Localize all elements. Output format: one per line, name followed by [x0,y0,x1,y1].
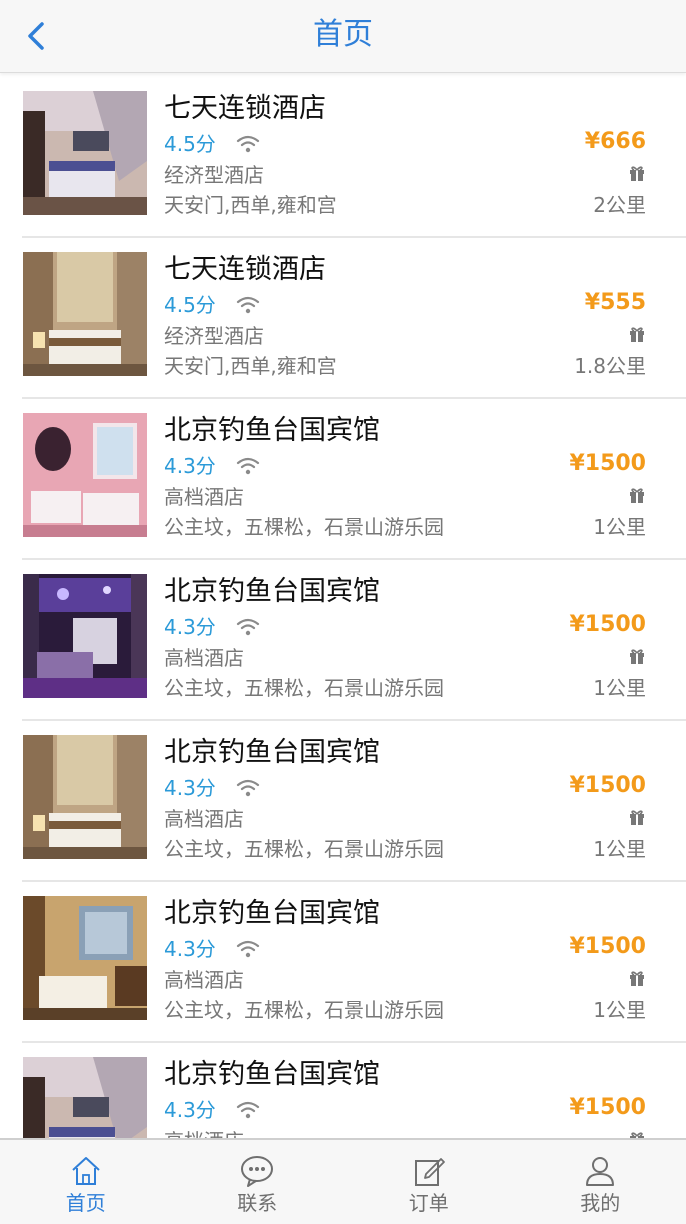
wifi-icon [236,456,260,476]
hotel-distance: 1公里 [593,674,646,702]
chat-bubble-icon [240,1154,274,1188]
tab-profile[interactable]: 我的 [515,1140,686,1224]
hotel-name: 七天连锁酒店 [164,252,326,288]
rating-row: 4.3分 [164,774,260,802]
hotel-rating: 4.3分 [164,935,216,963]
hotel-type: 高档酒店 [164,1127,244,1138]
hotel-list-item[interactable]: 北京钓鱼台国宾馆 4.3分 高档酒店 公主坟，五棵松，石景山游乐园 ¥1500 … [0,560,686,721]
home-icon [69,1154,103,1188]
gift-icon [628,486,646,504]
tab-home[interactable]: 首页 [0,1140,172,1224]
rating-row: 4.5分 [164,130,260,158]
hotel-type: 经济型酒店 [164,322,264,350]
gift-icon [628,164,646,182]
hotel-photo [23,896,147,1020]
hotel-price: ¥666 [585,127,646,157]
hotel-area: 公主坟，五棵松，石景山游乐园 [164,674,444,702]
hotel-type: 高档酒店 [164,966,244,994]
hotel-name: 北京钓鱼台国宾馆 [164,735,380,771]
hotel-rating: 4.5分 [164,291,216,319]
hotel-rating: 4.3分 [164,613,216,641]
gift-icon [628,325,646,343]
hotel-type: 经济型酒店 [164,161,264,189]
hotel-list-item[interactable]: 北京钓鱼台国宾馆 4.3分 高档酒店 公主坟，五棵松，石景山游乐园 ¥1500 … [0,399,686,560]
hotel-name: 七天连锁酒店 [164,91,326,127]
tab-label: 我的 [515,1190,686,1216]
page-title: 首页 [0,14,686,56]
hotel-name: 北京钓鱼台国宾馆 [164,1057,380,1093]
hotel-distance: 1公里 [593,513,646,541]
hotel-type: 高档酒店 [164,644,244,672]
hotel-rating: 4.3分 [164,1096,216,1124]
gift-icon [628,1130,646,1138]
hotel-name: 北京钓鱼台国宾馆 [164,574,380,610]
wifi-icon [236,778,260,798]
nav-bar: 首页 [0,0,686,73]
hotel-price: ¥555 [585,288,646,318]
hotel-photo [23,413,147,537]
gift-icon [628,647,646,665]
user-icon [583,1154,617,1188]
hotel-area: 天安门,西单,雍和宫 [164,352,337,380]
hotel-list[interactable]: 七天连锁酒店 4.5分 经济型酒店 天安门,西单,雍和宫 ¥666 2公里 [0,77,686,1138]
hotel-photo [23,1057,147,1138]
hotel-photo [23,252,147,376]
hotel-photo [23,735,147,859]
tab-label: 首页 [0,1190,172,1216]
hotel-list-item[interactable]: 七天连锁酒店 4.5分 经济型酒店 天安门,西单,雍和宫 ¥666 2公里 [0,77,686,238]
hotel-area: 公主坟，五棵松，石景山游乐园 [164,835,444,863]
rating-row: 4.3分 [164,613,260,641]
hotel-area: 天安门,西单,雍和宫 [164,191,337,219]
hotel-type: 高档酒店 [164,805,244,833]
wifi-icon [236,617,260,637]
gift-icon [628,969,646,987]
rating-row: 4.3分 [164,452,260,480]
hotel-name: 北京钓鱼台国宾馆 [164,896,380,932]
hotel-photo [23,91,147,215]
hotel-distance: 1公里 [593,996,646,1024]
hotel-price: ¥1500 [569,771,646,801]
hotel-list-item[interactable]: 北京钓鱼台国宾馆 4.3分 高档酒店 ¥1500 [0,1043,686,1138]
hotel-rating: 4.3分 [164,774,216,802]
hotel-photo [23,574,147,698]
rating-row: 4.3分 [164,1096,260,1124]
hotel-type: 高档酒店 [164,483,244,511]
rating-row: 4.5分 [164,291,260,319]
hotel-price: ¥1500 [569,610,646,640]
hotel-rating: 4.3分 [164,452,216,480]
hotel-distance: 2公里 [593,191,646,219]
wifi-icon [236,295,260,315]
tab-label: 联系 [172,1190,344,1216]
hotel-distance: 1公里 [593,835,646,863]
tab-orders[interactable]: 订单 [343,1140,515,1224]
hotel-area: 公主坟，五棵松，石景山游乐园 [164,996,444,1024]
wifi-icon [236,1100,260,1120]
hotel-rating: 4.5分 [164,130,216,158]
hotel-price: ¥1500 [569,932,646,962]
hotel-list-item[interactable]: 北京钓鱼台国宾馆 4.3分 高档酒店 公主坟，五棵松，石景山游乐园 ¥1500 … [0,882,686,1043]
tab-contact[interactable]: 联系 [172,1140,344,1224]
hotel-distance: 1.8公里 [574,352,646,380]
tab-bar: 首页 联系 订单 我的 [0,1138,686,1224]
hotel-price: ¥1500 [569,1093,646,1123]
hotel-price: ¥1500 [569,449,646,479]
edit-order-icon [412,1154,446,1188]
rating-row: 4.3分 [164,935,260,963]
hotel-list-item[interactable]: 北京钓鱼台国宾馆 4.3分 高档酒店 公主坟，五棵松，石景山游乐园 ¥1500 … [0,721,686,882]
tab-label: 订单 [343,1190,515,1216]
hotel-list-item[interactable]: 七天连锁酒店 4.5分 经济型酒店 天安门,西单,雍和宫 ¥555 1.8公里 [0,238,686,399]
hotel-area: 公主坟，五棵松，石景山游乐园 [164,513,444,541]
wifi-icon [236,939,260,959]
hotel-name: 北京钓鱼台国宾馆 [164,413,380,449]
gift-icon [628,808,646,826]
wifi-icon [236,134,260,154]
